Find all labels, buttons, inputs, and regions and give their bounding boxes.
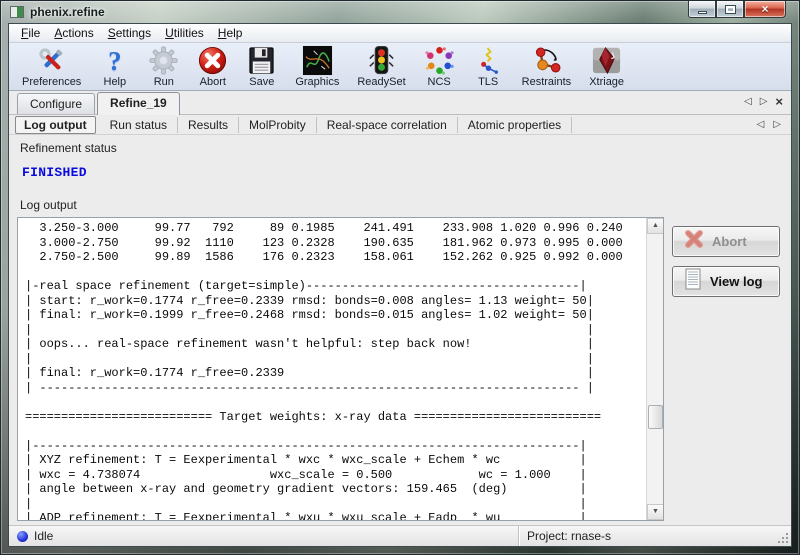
toolbar-label: Help xyxy=(104,76,127,88)
subtab-scroll-right-icon[interactable]: ▷ xyxy=(773,119,781,131)
subtab-run-status[interactable]: Run status xyxy=(100,117,178,133)
subtab-scroll-left-icon[interactable]: ◁ xyxy=(757,119,765,131)
tab-scroll-left-icon[interactable]: ◁ xyxy=(744,96,752,108)
scroll-down-icon[interactable]: ▼ xyxy=(647,504,664,520)
idle-status-icon xyxy=(17,531,28,542)
log-text[interactable]: 3.250-3.000 99.77 792 89 0.1985 241.491 … xyxy=(18,218,646,520)
main-tabbar: Configure Refine_19 ◁ ▷ × xyxy=(9,91,791,115)
menubar: File Actions Settings Utilities Help xyxy=(9,24,791,43)
log-scrollbar[interactable]: ▲ ▼ xyxy=(646,218,663,520)
abort-side-label: Abort xyxy=(712,234,747,249)
view-log-button[interactable]: View log xyxy=(672,266,780,297)
toolbar-label: ReadySet xyxy=(357,76,405,88)
menu-settings[interactable]: Settings xyxy=(101,24,158,42)
menu-file[interactable]: File xyxy=(14,24,47,42)
tab-configure[interactable]: Configure xyxy=(17,93,95,114)
project-name-text: Project: rnase-s xyxy=(527,529,611,543)
tab-close-icon[interactable]: × xyxy=(775,96,783,108)
minimize-button[interactable] xyxy=(688,1,716,18)
run-gear-icon xyxy=(148,45,179,76)
menu-utilities[interactable]: Utilities xyxy=(158,24,211,42)
toolbar: Preferences ? Help xyxy=(9,43,791,91)
status-state-section: Idle xyxy=(9,526,519,546)
scroll-up-icon[interactable]: ▲ xyxy=(647,218,664,234)
toolbar-label: Xtriage xyxy=(589,76,624,88)
refinement-status-value: FINISHED xyxy=(22,165,788,180)
subtab-real-space-correlation[interactable]: Real-space correlation xyxy=(317,117,458,133)
toolbar-run-button[interactable]: Run xyxy=(139,45,188,88)
save-floppy-icon xyxy=(246,45,277,76)
tab-scroll-right-icon[interactable]: ▷ xyxy=(760,96,768,108)
xtriage-crystal-icon xyxy=(591,45,622,76)
graphics-molecule-icon xyxy=(302,45,333,76)
maximize-button[interactable] xyxy=(716,1,744,18)
toolbar-label: Save xyxy=(249,76,274,88)
preferences-tools-icon xyxy=(36,45,67,76)
titlebar[interactable]: phenix.refine × xyxy=(1,1,799,23)
sub-tabbar: Log output Run status Results MolProbity… xyxy=(9,115,791,135)
window-title: phenix.refine xyxy=(30,5,105,19)
toolbar-label: Graphics xyxy=(295,76,339,88)
refinement-status-label: Refinement status xyxy=(20,141,788,155)
window-frame: File Actions Settings Utilities Help xyxy=(8,23,792,547)
toolbar-abort-button[interactable]: Abort xyxy=(188,45,237,88)
toolbar-xtriage-button[interactable]: Xtriage xyxy=(580,45,633,88)
toolbar-tls-button[interactable]: TLS xyxy=(464,45,513,88)
statusbar: Idle Project: rnase-s xyxy=(9,525,791,546)
subtab-atomic-properties[interactable]: Atomic properties xyxy=(458,117,572,133)
toolbar-ncs-button[interactable]: NCS xyxy=(415,45,464,88)
toolbar-label: Abort xyxy=(200,76,226,88)
toolbar-save-button[interactable]: Save xyxy=(237,45,286,88)
restraints-atoms-icon xyxy=(531,45,562,76)
app-icon xyxy=(10,6,24,18)
help-question-icon: ? xyxy=(99,45,130,76)
toolbar-label: NCS xyxy=(428,76,451,88)
readyset-traffic-light-icon xyxy=(366,45,397,76)
subtab-log-output[interactable]: Log output xyxy=(15,116,96,134)
document-icon xyxy=(683,268,703,295)
maximize-icon xyxy=(726,6,735,13)
toolbar-preferences-button[interactable]: Preferences xyxy=(13,45,90,88)
phenix-refine-window: phenix.refine × File Actions Settings Ut… xyxy=(0,0,800,555)
resize-grip[interactable] xyxy=(786,541,788,543)
toolbar-label: TLS xyxy=(478,76,498,88)
abort-side-button[interactable]: Abort xyxy=(672,226,780,257)
ncs-molecules-icon xyxy=(424,45,455,76)
view-log-label: View log xyxy=(710,274,763,289)
toolbar-graphics-button[interactable]: Graphics xyxy=(286,45,348,88)
subtab-results[interactable]: Results xyxy=(178,117,239,133)
abort-x-icon xyxy=(683,228,705,255)
abort-red-x-icon xyxy=(197,45,228,76)
side-button-column: Abort xyxy=(664,217,788,521)
status-state-text: Idle xyxy=(34,529,53,543)
toolbar-restraints-button[interactable]: Restraints xyxy=(513,45,581,88)
tls-molecule-icon xyxy=(473,45,504,76)
minimize-icon xyxy=(698,11,707,14)
toolbar-label: Run xyxy=(154,76,174,88)
log-output-label: Log output xyxy=(20,198,788,212)
toolbar-label: Restraints xyxy=(522,76,572,88)
close-button[interactable]: × xyxy=(744,1,786,18)
toolbar-readyset-button[interactable]: ReadySet xyxy=(348,45,414,88)
status-project-section: Project: rnase-s xyxy=(519,529,791,543)
close-icon: × xyxy=(761,3,768,15)
menu-actions[interactable]: Actions xyxy=(47,24,100,42)
log-text-area[interactable]: 3.250-3.000 99.77 792 89 0.1985 241.491 … xyxy=(17,217,664,521)
tab-refine-19[interactable]: Refine_19 xyxy=(97,92,180,115)
subtab-molprobity[interactable]: MolProbity xyxy=(239,117,317,133)
toolbar-label: Preferences xyxy=(22,76,81,88)
log-output-panel: Refinement status FINISHED Log output 3.… xyxy=(9,135,791,525)
toolbar-help-button[interactable]: ? Help xyxy=(90,45,139,88)
menu-help[interactable]: Help xyxy=(211,24,250,42)
scrollbar-thumb[interactable] xyxy=(648,405,663,429)
